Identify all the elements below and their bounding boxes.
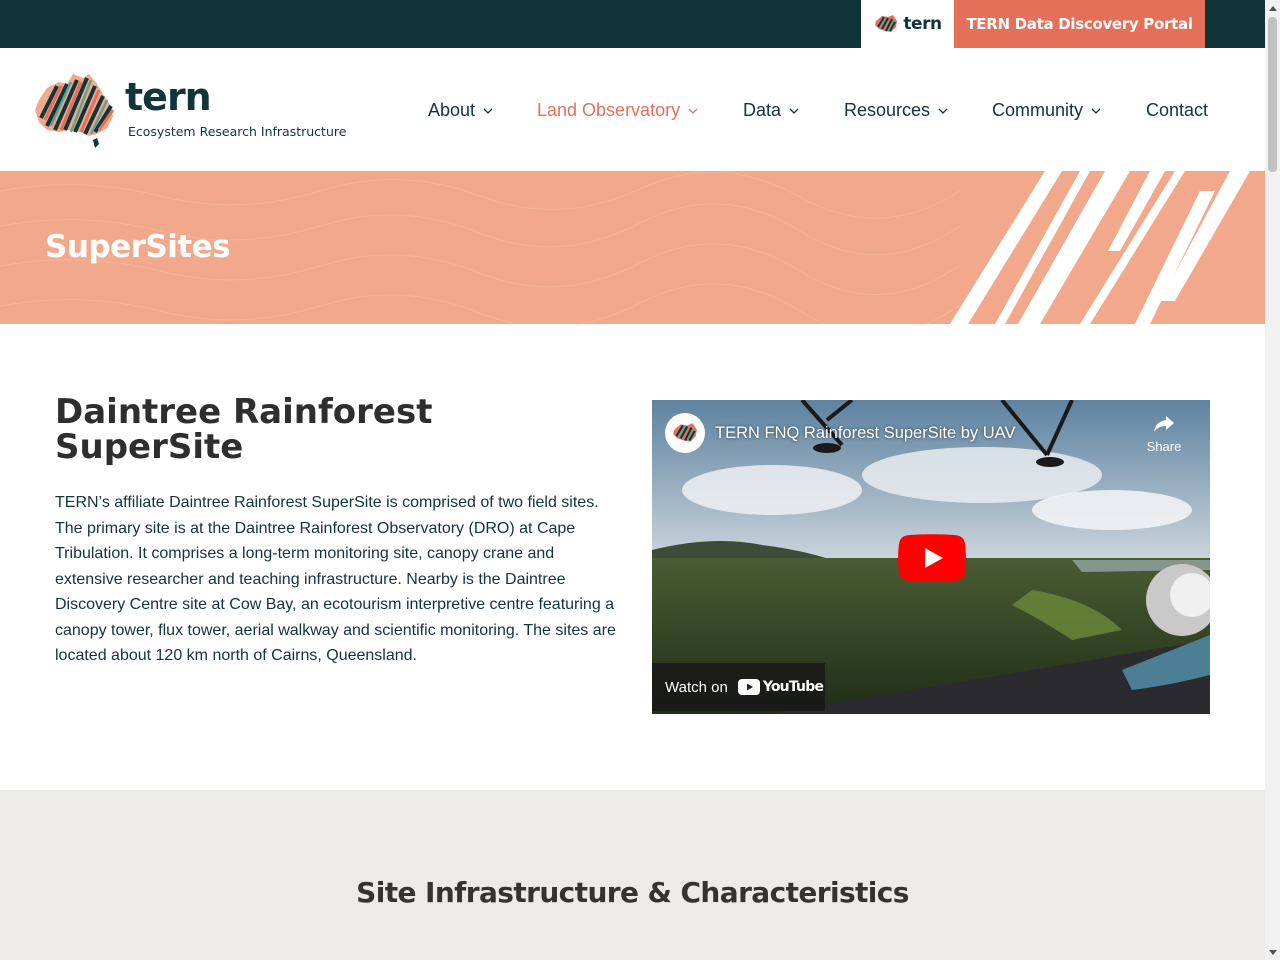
nav-item-data[interactable]: Data	[743, 100, 799, 121]
page-banner: SuperSites	[0, 171, 1265, 324]
australia-map-icon	[35, 74, 115, 148]
logo-tagline: Ecosystem Research Infrastructure	[128, 124, 347, 139]
nav-item-label: Community	[992, 100, 1084, 120]
site-header: tern Ecosystem Research Infrastructure A…	[0, 48, 1265, 171]
infrastructure-section: Site Infrastructure & Characteristics	[0, 790, 1265, 960]
youtube-video-embed[interactable]: TERN FNQ Rainforest SuperSite by UAV Sha…	[652, 400, 1210, 714]
nav-item-label: Contact	[1146, 100, 1209, 120]
arrow-down-icon	[1268, 949, 1277, 955]
nav-item-contact[interactable]: Contact	[1146, 100, 1208, 121]
data-discovery-portal-button[interactable]: TERN Data Discovery Portal	[954, 0, 1205, 48]
nav-item-label: Data	[743, 100, 782, 120]
scroll-down-button[interactable]	[1265, 945, 1280, 960]
tern-logo[interactable]: tern Ecosystem Research Infrastructure	[33, 70, 347, 150]
logo-wordmark: tern	[125, 75, 212, 119]
topbar-logo-text: tern	[903, 14, 942, 34]
page-title: SuperSites	[45, 229, 231, 265]
nav-item-community[interactable]: Community	[992, 100, 1101, 121]
tern-map-icon	[875, 15, 898, 32]
watch-label: Watch on	[665, 678, 728, 696]
play-button-icon[interactable]	[898, 534, 966, 582]
arrow-up-icon	[1268, 5, 1277, 11]
youtube-logo: YouTube	[737, 679, 824, 695]
page-scrollbar[interactable]	[1265, 0, 1280, 960]
tern-map-icon	[673, 423, 697, 442]
nav-item-label: Land Observatory	[537, 100, 681, 120]
scroll-thumb[interactable]	[1268, 17, 1277, 172]
share-button[interactable]: Share	[1142, 414, 1186, 454]
chevron-down-icon	[1091, 108, 1101, 114]
nav-item-label: Resources	[844, 100, 931, 120]
nav-item-land-observatory[interactable]: Land Observatory	[537, 100, 698, 121]
intro-paragraph: TERN’s affiliate Daintree Rainforest Sup…	[55, 494, 616, 664]
share-icon	[1154, 416, 1174, 432]
channel-avatar[interactable]	[665, 413, 705, 453]
chevron-down-icon	[688, 108, 698, 114]
nav-item-about[interactable]: About	[428, 100, 493, 121]
watch-on-youtube-link[interactable]: Watch on YouTube	[652, 663, 825, 711]
nav-item-label: About	[428, 100, 476, 120]
video-title[interactable]: TERN FNQ Rainforest SuperSite by UAV	[715, 424, 1015, 443]
share-label: Share	[1146, 439, 1182, 454]
infrastructure-heading: Site Infrastructure & Characteristics	[356, 876, 909, 909]
section-heading: Daintree Rainforest SuperSite	[55, 392, 433, 467]
top-utility-bar: tern TERN Data Discovery Portal	[0, 0, 1265, 48]
chevron-down-icon	[938, 108, 948, 114]
chevron-down-icon	[789, 108, 799, 114]
youtube-icon	[737, 679, 760, 695]
tern-home-tab[interactable]: tern	[861, 0, 954, 48]
scroll-up-button[interactable]	[1265, 0, 1280, 15]
youtube-label: YouTube	[762, 679, 824, 695]
chevron-down-icon	[483, 108, 493, 114]
nav-item-resources[interactable]: Resources	[844, 100, 948, 121]
